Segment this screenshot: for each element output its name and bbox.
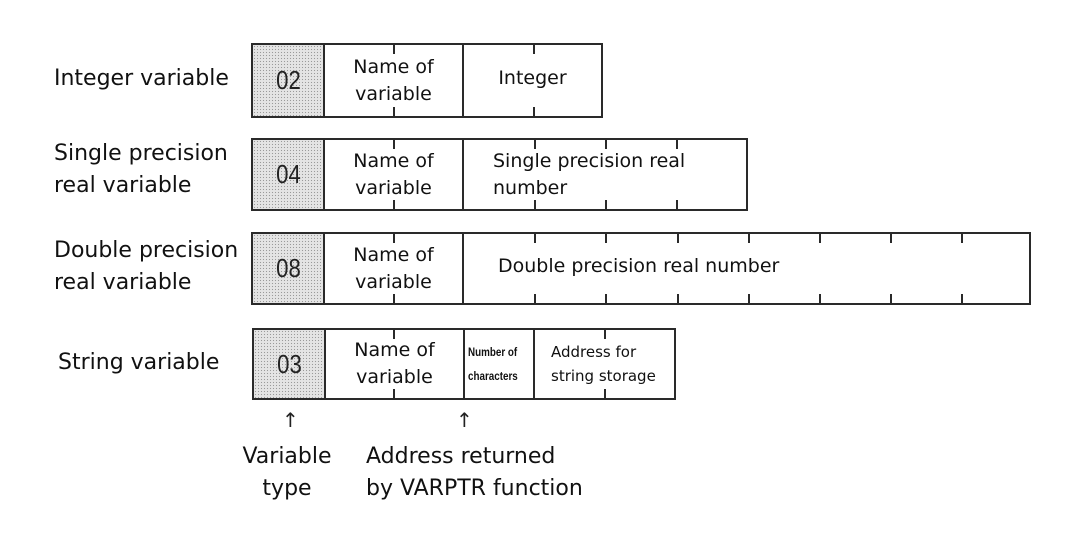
type-code-cell: 08	[253, 234, 325, 303]
label-line: Double precision	[54, 238, 239, 263]
byte-tick	[534, 200, 536, 209]
byte-tick	[393, 389, 395, 398]
label-line: real variable	[54, 173, 192, 198]
cell-line: variable	[355, 270, 432, 293]
value-cell: Integer	[464, 45, 601, 116]
cell-line: Double precision real number	[498, 255, 780, 277]
byte-tick	[605, 294, 607, 303]
cell-line: Name of	[354, 339, 435, 361]
label-line: Single precision	[54, 141, 228, 166]
type-code-cell: 03	[254, 330, 326, 398]
varptr-address-caption: Address returned by VARPTR function	[366, 441, 583, 505]
byte-tick	[748, 234, 750, 243]
byte-tick	[819, 294, 821, 303]
up-arrow-icon: ↑	[456, 408, 473, 432]
cell-line: variable	[355, 82, 432, 105]
byte-tick	[393, 330, 395, 339]
cell-line: Integer	[498, 67, 567, 89]
type-code-cell: 02	[253, 45, 325, 116]
variable-name-cell: Name of variable	[325, 234, 464, 303]
cell-line: string storage	[551, 367, 656, 385]
byte-tick	[890, 234, 892, 243]
label-line: String variable	[58, 350, 220, 375]
byte-tick	[605, 200, 607, 209]
row-label-single-precision: Single precision real variable	[54, 138, 228, 202]
character-count-cell: Number of characters	[465, 330, 535, 398]
byte-tick	[677, 234, 679, 243]
byte-tick	[676, 140, 678, 149]
cell-line: Name of	[353, 55, 434, 78]
cell-line: Address for	[551, 343, 637, 361]
byte-tick	[961, 234, 963, 243]
byte-tick	[605, 140, 607, 149]
byte-tick	[605, 234, 607, 243]
byte-tick	[604, 389, 606, 398]
byte-tick	[748, 294, 750, 303]
byte-tick	[604, 330, 606, 339]
label-line: real variable	[54, 270, 192, 295]
label-line: Integer variable	[54, 66, 229, 91]
variable-name-cell: Name of variable	[325, 140, 464, 209]
caption-line: Variable	[242, 444, 332, 469]
type-code-cell: 04	[253, 140, 325, 209]
caption-line: Address returned	[366, 444, 556, 469]
type-code: 02	[275, 65, 301, 95]
byte-tick	[393, 45, 395, 54]
value-cell: Single precision real number	[464, 140, 746, 209]
string-address-cell: Address for string storage	[535, 330, 674, 398]
cell-line: Name of	[353, 243, 434, 266]
row-label-integer: Integer variable	[54, 63, 229, 95]
cell-line: Single precision real	[493, 149, 686, 172]
cell-line: characters	[468, 369, 518, 383]
byte-tick	[393, 200, 395, 209]
double-precision-record: 08 Name of variable Double precision real…	[251, 232, 1031, 305]
byte-tick	[534, 234, 536, 243]
byte-tick	[393, 234, 395, 243]
cell-line: number	[493, 176, 568, 199]
byte-tick	[393, 107, 395, 116]
byte-tick	[533, 107, 535, 116]
byte-tick	[534, 140, 536, 149]
row-label-double-precision: Double precision real variable	[54, 235, 238, 299]
byte-tick	[393, 140, 395, 149]
type-code: 08	[275, 253, 301, 283]
row-label-string: String variable	[58, 347, 219, 379]
type-code: 03	[276, 348, 302, 379]
cell-line: Number of	[468, 345, 518, 359]
type-code: 04	[275, 159, 301, 189]
cell-line: variable	[356, 366, 433, 388]
byte-tick	[534, 294, 536, 303]
value-cell: Double precision real number	[464, 234, 1029, 303]
byte-tick	[677, 294, 679, 303]
byte-tick	[393, 294, 395, 303]
variable-name-cell: Name of variable	[325, 45, 464, 116]
byte-tick	[819, 234, 821, 243]
variable-name-cell: Name of variable	[326, 330, 465, 398]
up-arrow-icon: ↑	[282, 408, 299, 432]
byte-tick	[890, 294, 892, 303]
variable-type-caption: Variable type	[239, 441, 335, 505]
byte-tick	[533, 45, 535, 54]
integer-record: 02 Name of variable Integer	[251, 43, 603, 118]
caption-line: type	[262, 476, 312, 501]
cell-line: variable	[355, 176, 432, 199]
string-record: 03 Name of variable Number of characters A…	[252, 328, 676, 400]
cell-line: Name of	[353, 149, 434, 172]
byte-tick	[961, 294, 963, 303]
byte-tick	[676, 200, 678, 209]
single-precision-record: 04 Name of variable Single precision real…	[251, 138, 748, 211]
caption-line: by VARPTR function	[366, 476, 583, 501]
